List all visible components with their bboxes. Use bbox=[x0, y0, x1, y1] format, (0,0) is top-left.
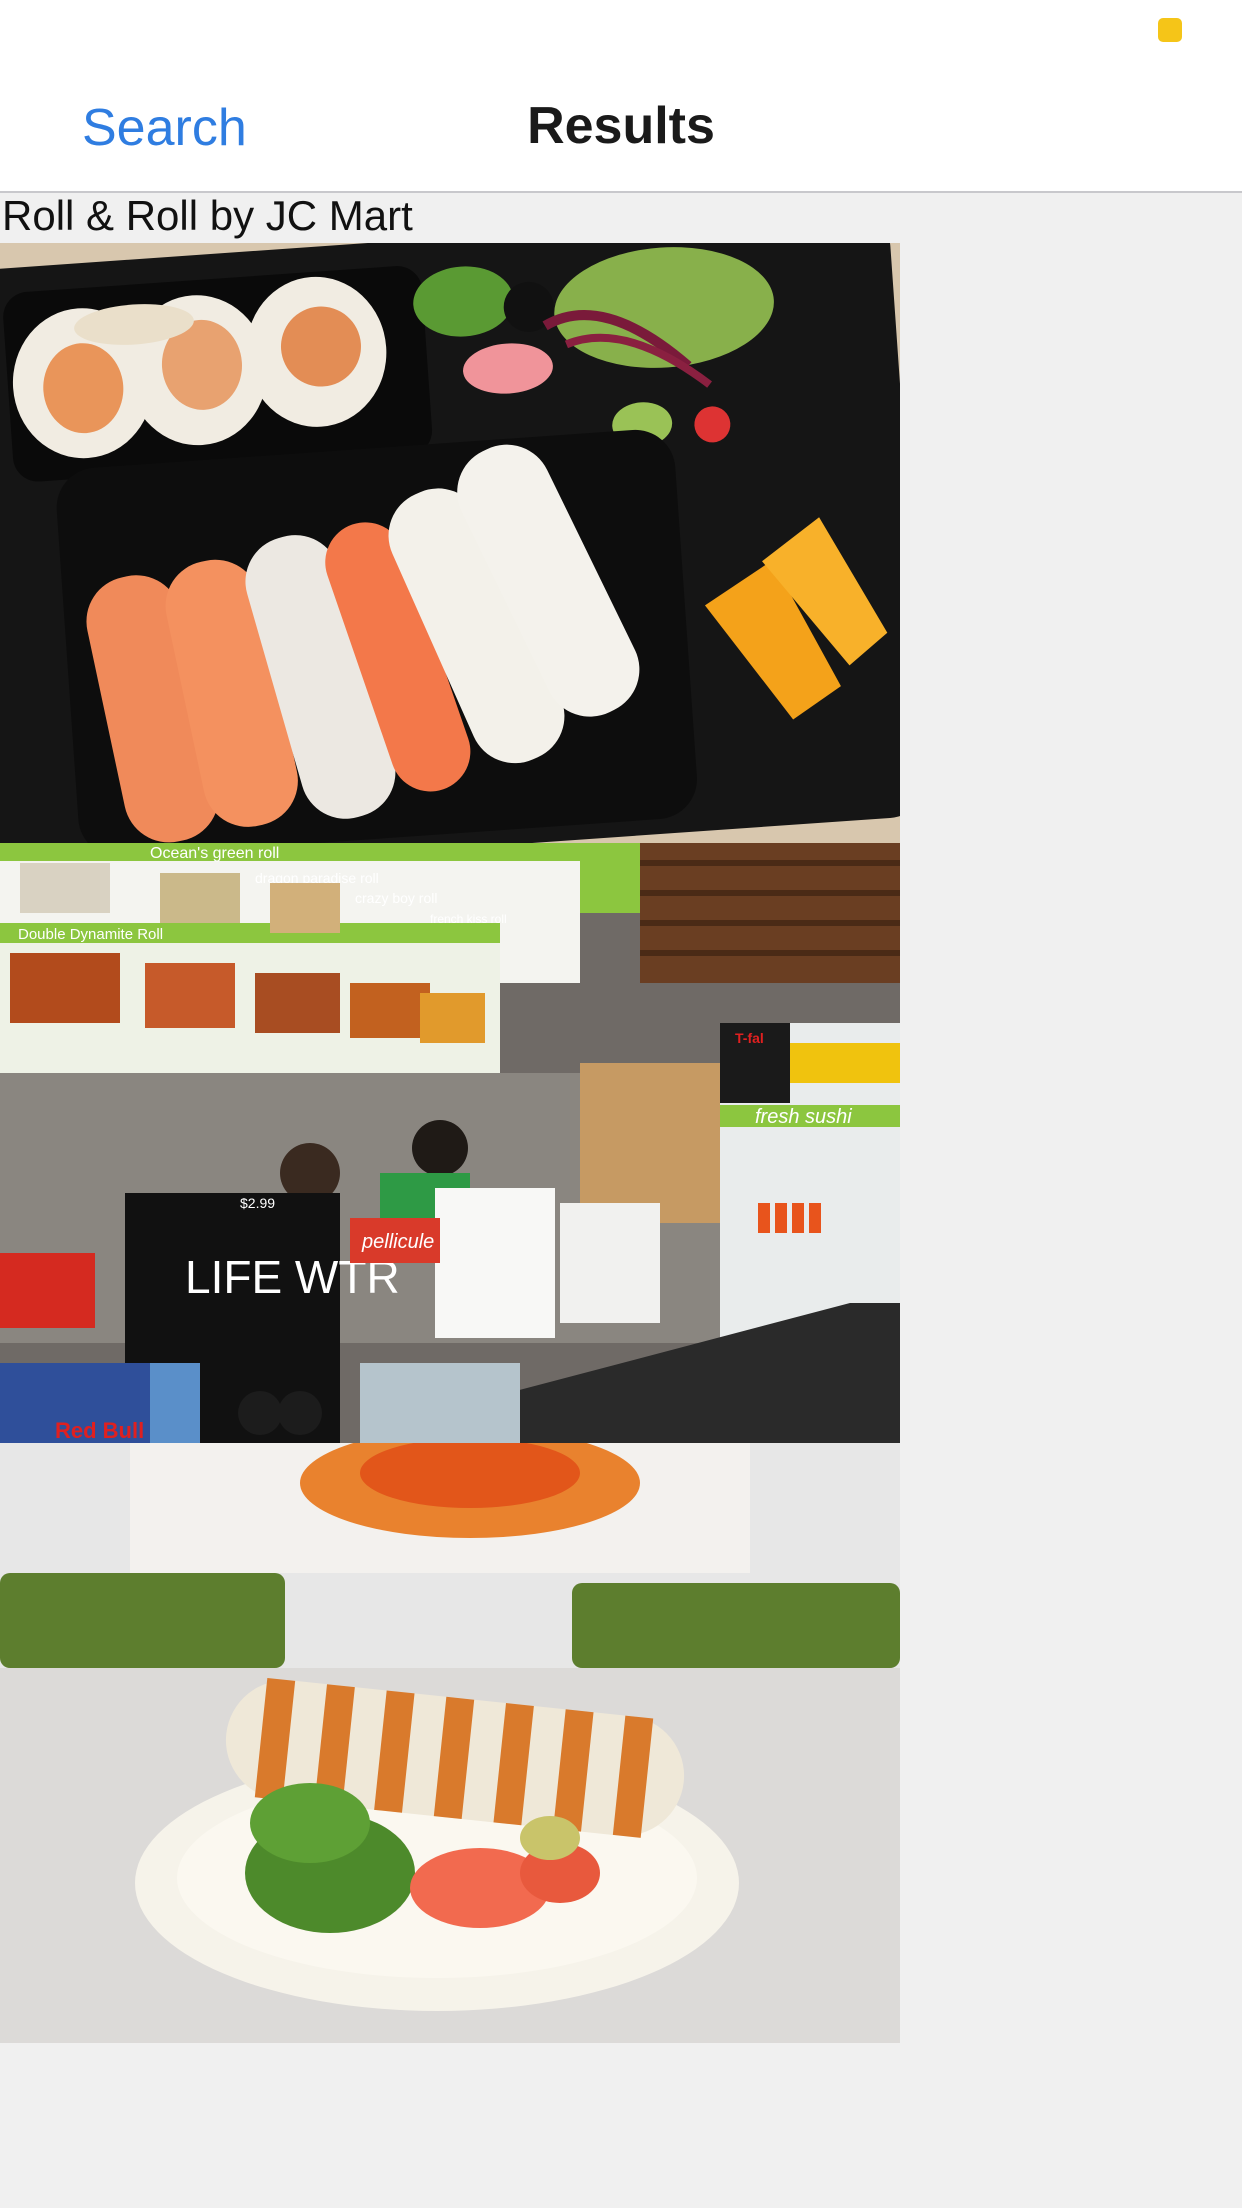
chair-left bbox=[0, 1573, 285, 1668]
menu-sign-text: Ocean's green roll bbox=[150, 845, 279, 862]
restaurant-interior-photo[interactable]: Ocean's green roll dragon paradise roll … bbox=[0, 843, 900, 1443]
bento-box-photo[interactable] bbox=[0, 243, 900, 843]
svg-text:french kiss roll: french kiss roll bbox=[430, 912, 507, 926]
menu-boards: Ocean's green roll dragon paradise roll … bbox=[0, 843, 580, 1073]
price-tag: $2.99 bbox=[240, 1195, 275, 1211]
sushi-roll-plate-photo[interactable] bbox=[0, 1443, 900, 2043]
chair-right bbox=[572, 1583, 900, 1668]
svg-text:crazy boy roll: crazy boy roll bbox=[355, 890, 437, 906]
fresh-sushi-sign: fresh sushi bbox=[755, 1106, 852, 1128]
svg-text:Double Dynamite Roll: Double Dynamite Roll bbox=[18, 926, 163, 943]
navigation-bar: Search Results bbox=[0, 60, 1242, 193]
page-title: Results bbox=[527, 97, 715, 155]
can-label: Red Bull bbox=[55, 1418, 144, 1443]
brand-box-label: T-fal bbox=[735, 1030, 764, 1046]
product-box-label: pellicule bbox=[361, 1231, 434, 1253]
status-indicator-icon bbox=[1158, 18, 1182, 42]
restaurant-name: Roll & Roll by JC Mart bbox=[2, 192, 413, 239]
status-bar bbox=[0, 0, 1242, 60]
